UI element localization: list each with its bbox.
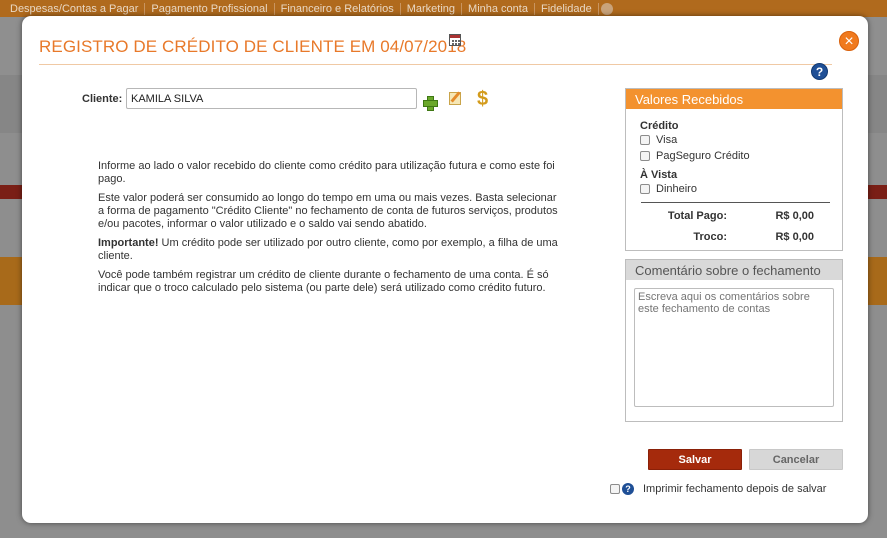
money-icon[interactable]: $ [473, 89, 492, 109]
print-label: Imprimir fechamento depois de salvar [643, 483, 827, 495]
dinheiro-checkbox[interactable] [640, 184, 650, 194]
comment-panel-title: Comentário sobre o fechamento [626, 260, 842, 280]
add-client-icon[interactable] [423, 96, 438, 111]
values-panel: Valores Recebidos Crédito Visa PagSeguro… [625, 88, 843, 251]
total-label: Total Pago: [667, 210, 727, 222]
change-value: R$ 0,00 [775, 231, 814, 243]
summary-divider [641, 202, 830, 203]
total-value: R$ 0,00 [775, 210, 814, 222]
comment-textarea[interactable] [634, 288, 834, 407]
background-nav: Despesas/Contas a Pagar Pagamento Profis… [0, 0, 887, 17]
save-button[interactable]: Salvar [648, 449, 742, 470]
client-label: Cliente: [82, 93, 123, 105]
print-option[interactable]: ? Imprimir fechamento depois de salvar [610, 483, 826, 495]
calendar-icon[interactable] [449, 34, 461, 46]
nav-item: Minha conta [462, 2, 535, 15]
print-checkbox[interactable] [610, 484, 620, 494]
values-panel-title: Valores Recebidos [626, 89, 842, 109]
help-icon[interactable]: ? [622, 483, 634, 495]
option-pagseguro[interactable]: PagSeguro Crédito [640, 150, 750, 162]
help-icon[interactable]: ? [811, 63, 828, 80]
cash-group-label: À Vista [640, 169, 678, 181]
info-paragraph: Você pode também registrar um crédito de… [98, 269, 549, 294]
important-label: Importante! [98, 237, 159, 249]
nav-item: Despesas/Contas a Pagar [4, 2, 146, 15]
title-divider [39, 64, 832, 65]
modal-title: REGISTRO DE CRÉDITO DE CLIENTE EM 04/07/… [39, 37, 467, 56]
option-label: Visa [656, 134, 678, 146]
credit-group-label: Crédito [640, 120, 679, 132]
option-visa[interactable]: Visa [640, 134, 677, 146]
client-input[interactable] [126, 88, 417, 109]
pagseguro-checkbox[interactable] [640, 151, 650, 161]
credit-modal: REGISTRO DE CRÉDITO DE CLIENTE EM 04/07/… [22, 16, 868, 523]
nav-item: Fidelidade [535, 2, 599, 15]
cancel-button[interactable]: Cancelar [749, 449, 843, 470]
info-paragraph: Informe ao lado o valor recebido do clie… [98, 160, 555, 185]
nav-item: Marketing [401, 2, 463, 15]
nav-item: Pagamento Profissional [145, 2, 275, 15]
info-text: Informe ao lado o valor recebido do clie… [98, 160, 564, 301]
change-label: Troco: [693, 231, 727, 243]
important-text: Um crédito pode ser utilizado por outro … [98, 237, 558, 262]
info-paragraph: Importante! Um crédito pode ser utilizad… [98, 237, 564, 263]
option-label: PagSeguro Crédito [656, 150, 750, 162]
option-label: Dinheiro [656, 183, 697, 195]
info-paragraph: Este valor poderá ser consumido ao longo… [98, 192, 558, 230]
visa-checkbox[interactable] [640, 135, 650, 145]
nav-close-icon [600, 2, 613, 15]
nav-item: Financeiro e Relatórios [275, 2, 401, 15]
edit-client-icon[interactable] [449, 92, 461, 105]
comment-panel: Comentário sobre o fechamento [625, 259, 843, 422]
close-button[interactable]: × [839, 31, 859, 51]
option-dinheiro[interactable]: Dinheiro [640, 183, 697, 195]
